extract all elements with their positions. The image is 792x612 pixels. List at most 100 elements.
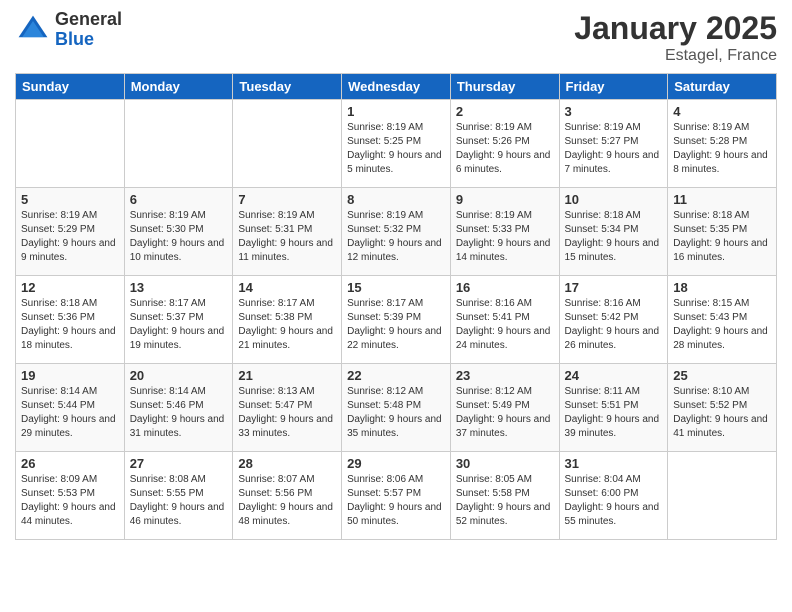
day-number: 24 xyxy=(565,368,663,383)
day-info: Sunrise: 8:19 AM Sunset: 5:27 PM Dayligh… xyxy=(565,121,663,177)
day-number: 17 xyxy=(565,280,663,295)
day-cell: 14Sunrise: 8:17 AM Sunset: 5:38 PM Dayli… xyxy=(233,276,342,364)
day-cell: 9 Sunrise: 8:19 AM Sunset: 5:33 PM Daylig… xyxy=(450,188,559,276)
day-cell: 20Sunrise: 8:14 AM Sunset: 5:46 PM Dayli… xyxy=(124,364,233,452)
day-info: Sunrise: 8:17 AM Sunset: 5:39 PM Dayligh… xyxy=(347,297,445,353)
day-cell xyxy=(124,100,233,188)
day-info: Sunrise: 8:11 AM Sunset: 5:51 PM Dayligh… xyxy=(565,385,663,441)
day-number: 23 xyxy=(456,368,554,383)
weekday-header: Monday xyxy=(124,74,233,100)
day-cell xyxy=(233,100,342,188)
day-info: Sunrise: 8:18 AM Sunset: 5:34 PM Dayligh… xyxy=(565,209,663,265)
month-title: January 2025 xyxy=(574,10,777,47)
day-number: 27 xyxy=(130,456,228,471)
day-cell: 11 Sunrise: 8:18 AM Sunset: 5:35 PM Dayli… xyxy=(668,188,777,276)
day-number: 16 xyxy=(456,280,554,295)
day-cell: 24 Sunrise: 8:11 AM Sunset: 5:51 PM Dayli… xyxy=(559,364,668,452)
day-number: 12 xyxy=(21,280,119,295)
day-cell: 27 Sunrise: 8:08 AM Sunset: 5:55 PM Dayli… xyxy=(124,452,233,540)
page: General Blue January 2025 Estagel, Franc… xyxy=(0,0,792,612)
day-cell: 1 Sunrise: 8:19 AM Sunset: 5:25 PM Daylig… xyxy=(342,100,451,188)
weekday-header: Tuesday xyxy=(233,74,342,100)
day-info: Sunrise: 8:18 AM Sunset: 5:35 PM Dayligh… xyxy=(673,209,771,265)
day-info: Sunrise: 8:14 AM Sunset: 5:44 PM Dayligh… xyxy=(21,385,119,441)
day-cell xyxy=(16,100,125,188)
day-info: Sunrise: 8:05 AM Sunset: 5:58 PM Dayligh… xyxy=(456,473,554,529)
weekday-header: Sunday xyxy=(16,74,125,100)
day-info: Sunrise: 8:09 AM Sunset: 5:53 PM Dayligh… xyxy=(21,473,119,529)
week-row: 19 Sunrise: 8:14 AM Sunset: 5:44 PM Dayli… xyxy=(16,364,777,452)
day-info: Sunrise: 8:12 AM Sunset: 5:48 PM Dayligh… xyxy=(347,385,445,441)
weekday-header-row: SundayMondayTuesdayWednesdayThursdayFrid… xyxy=(16,74,777,100)
day-number: 8 xyxy=(347,192,445,207)
day-info: Sunrise: 8:19 AM Sunset: 5:33 PM Dayligh… xyxy=(456,209,554,265)
weekday-header: Saturday xyxy=(668,74,777,100)
day-number: 19 xyxy=(21,368,119,383)
header: General Blue January 2025 Estagel, Franc… xyxy=(15,10,777,65)
day-info: Sunrise: 8:19 AM Sunset: 5:31 PM Dayligh… xyxy=(238,209,336,265)
day-info: Sunrise: 8:12 AM Sunset: 5:49 PM Dayligh… xyxy=(456,385,554,441)
logo-general-label: General xyxy=(55,10,122,30)
day-number: 18 xyxy=(673,280,771,295)
day-number: 31 xyxy=(565,456,663,471)
day-number: 29 xyxy=(347,456,445,471)
location-title: Estagel, France xyxy=(574,47,777,65)
day-number: 20 xyxy=(130,368,228,383)
day-cell: 8 Sunrise: 8:19 AM Sunset: 5:32 PM Daylig… xyxy=(342,188,451,276)
week-row: 1 Sunrise: 8:19 AM Sunset: 5:25 PM Daylig… xyxy=(16,100,777,188)
day-number: 1 xyxy=(347,104,445,119)
day-number: 26 xyxy=(21,456,119,471)
day-info: Sunrise: 8:10 AM Sunset: 5:52 PM Dayligh… xyxy=(673,385,771,441)
logo-icon xyxy=(15,12,51,48)
day-number: 4 xyxy=(673,104,771,119)
day-cell: 22Sunrise: 8:12 AM Sunset: 5:48 PM Dayli… xyxy=(342,364,451,452)
day-cell: 16Sunrise: 8:16 AM Sunset: 5:41 PM Dayli… xyxy=(450,276,559,364)
logo-text: General Blue xyxy=(55,10,122,50)
day-cell: 6 Sunrise: 8:19 AM Sunset: 5:30 PM Daylig… xyxy=(124,188,233,276)
day-number: 21 xyxy=(238,368,336,383)
day-cell: 29 Sunrise: 8:06 AM Sunset: 5:57 PM Dayli… xyxy=(342,452,451,540)
week-row: 12 Sunrise: 8:18 AM Sunset: 5:36 PM Dayli… xyxy=(16,276,777,364)
day-info: Sunrise: 8:18 AM Sunset: 5:36 PM Dayligh… xyxy=(21,297,119,353)
day-number: 11 xyxy=(673,192,771,207)
day-cell xyxy=(668,452,777,540)
day-cell: 12 Sunrise: 8:18 AM Sunset: 5:36 PM Dayli… xyxy=(16,276,125,364)
day-cell: 28 Sunrise: 8:07 AM Sunset: 5:56 PM Dayli… xyxy=(233,452,342,540)
day-cell: 4Sunrise: 8:19 AM Sunset: 5:28 PM Daylig… xyxy=(668,100,777,188)
day-info: Sunrise: 8:06 AM Sunset: 5:57 PM Dayligh… xyxy=(347,473,445,529)
day-cell: 10 Sunrise: 8:18 AM Sunset: 5:34 PM Dayli… xyxy=(559,188,668,276)
day-info: Sunrise: 8:19 AM Sunset: 5:32 PM Dayligh… xyxy=(347,209,445,265)
day-info: Sunrise: 8:17 AM Sunset: 5:37 PM Dayligh… xyxy=(130,297,228,353)
day-info: Sunrise: 8:13 AM Sunset: 5:47 PM Dayligh… xyxy=(238,385,336,441)
day-info: Sunrise: 8:19 AM Sunset: 5:26 PM Dayligh… xyxy=(456,121,554,177)
day-cell: 25 Sunrise: 8:10 AM Sunset: 5:52 PM Dayli… xyxy=(668,364,777,452)
day-info: Sunrise: 8:19 AM Sunset: 5:25 PM Dayligh… xyxy=(347,121,445,177)
day-cell: 2 Sunrise: 8:19 AM Sunset: 5:26 PM Daylig… xyxy=(450,100,559,188)
day-number: 28 xyxy=(238,456,336,471)
weekday-header: Thursday xyxy=(450,74,559,100)
day-number: 2 xyxy=(456,104,554,119)
week-row: 26 Sunrise: 8:09 AM Sunset: 5:53 PM Dayli… xyxy=(16,452,777,540)
day-cell: 3Sunrise: 8:19 AM Sunset: 5:27 PM Daylig… xyxy=(559,100,668,188)
day-number: 13 xyxy=(130,280,228,295)
day-cell: 13 Sunrise: 8:17 AM Sunset: 5:37 PM Dayli… xyxy=(124,276,233,364)
day-cell: 23 Sunrise: 8:12 AM Sunset: 5:49 PM Dayli… xyxy=(450,364,559,452)
day-number: 10 xyxy=(565,192,663,207)
day-info: Sunrise: 8:19 AM Sunset: 5:30 PM Dayligh… xyxy=(130,209,228,265)
day-info: Sunrise: 8:08 AM Sunset: 5:55 PM Dayligh… xyxy=(130,473,228,529)
day-number: 14 xyxy=(238,280,336,295)
day-info: Sunrise: 8:15 AM Sunset: 5:43 PM Dayligh… xyxy=(673,297,771,353)
day-cell: 18 Sunrise: 8:15 AM Sunset: 5:43 PM Dayli… xyxy=(668,276,777,364)
day-cell: 5Sunrise: 8:19 AM Sunset: 5:29 PM Daylig… xyxy=(16,188,125,276)
day-info: Sunrise: 8:16 AM Sunset: 5:42 PM Dayligh… xyxy=(565,297,663,353)
day-cell: 30Sunrise: 8:05 AM Sunset: 5:58 PM Dayli… xyxy=(450,452,559,540)
day-cell: 26 Sunrise: 8:09 AM Sunset: 5:53 PM Dayli… xyxy=(16,452,125,540)
day-number: 9 xyxy=(456,192,554,207)
day-cell: 17 Sunrise: 8:16 AM Sunset: 5:42 PM Dayli… xyxy=(559,276,668,364)
day-number: 25 xyxy=(673,368,771,383)
day-cell: 21 Sunrise: 8:13 AM Sunset: 5:47 PM Dayli… xyxy=(233,364,342,452)
day-info: Sunrise: 8:07 AM Sunset: 5:56 PM Dayligh… xyxy=(238,473,336,529)
day-cell: 19 Sunrise: 8:14 AM Sunset: 5:44 PM Dayli… xyxy=(16,364,125,452)
week-row: 5Sunrise: 8:19 AM Sunset: 5:29 PM Daylig… xyxy=(16,188,777,276)
day-number: 6 xyxy=(130,192,228,207)
